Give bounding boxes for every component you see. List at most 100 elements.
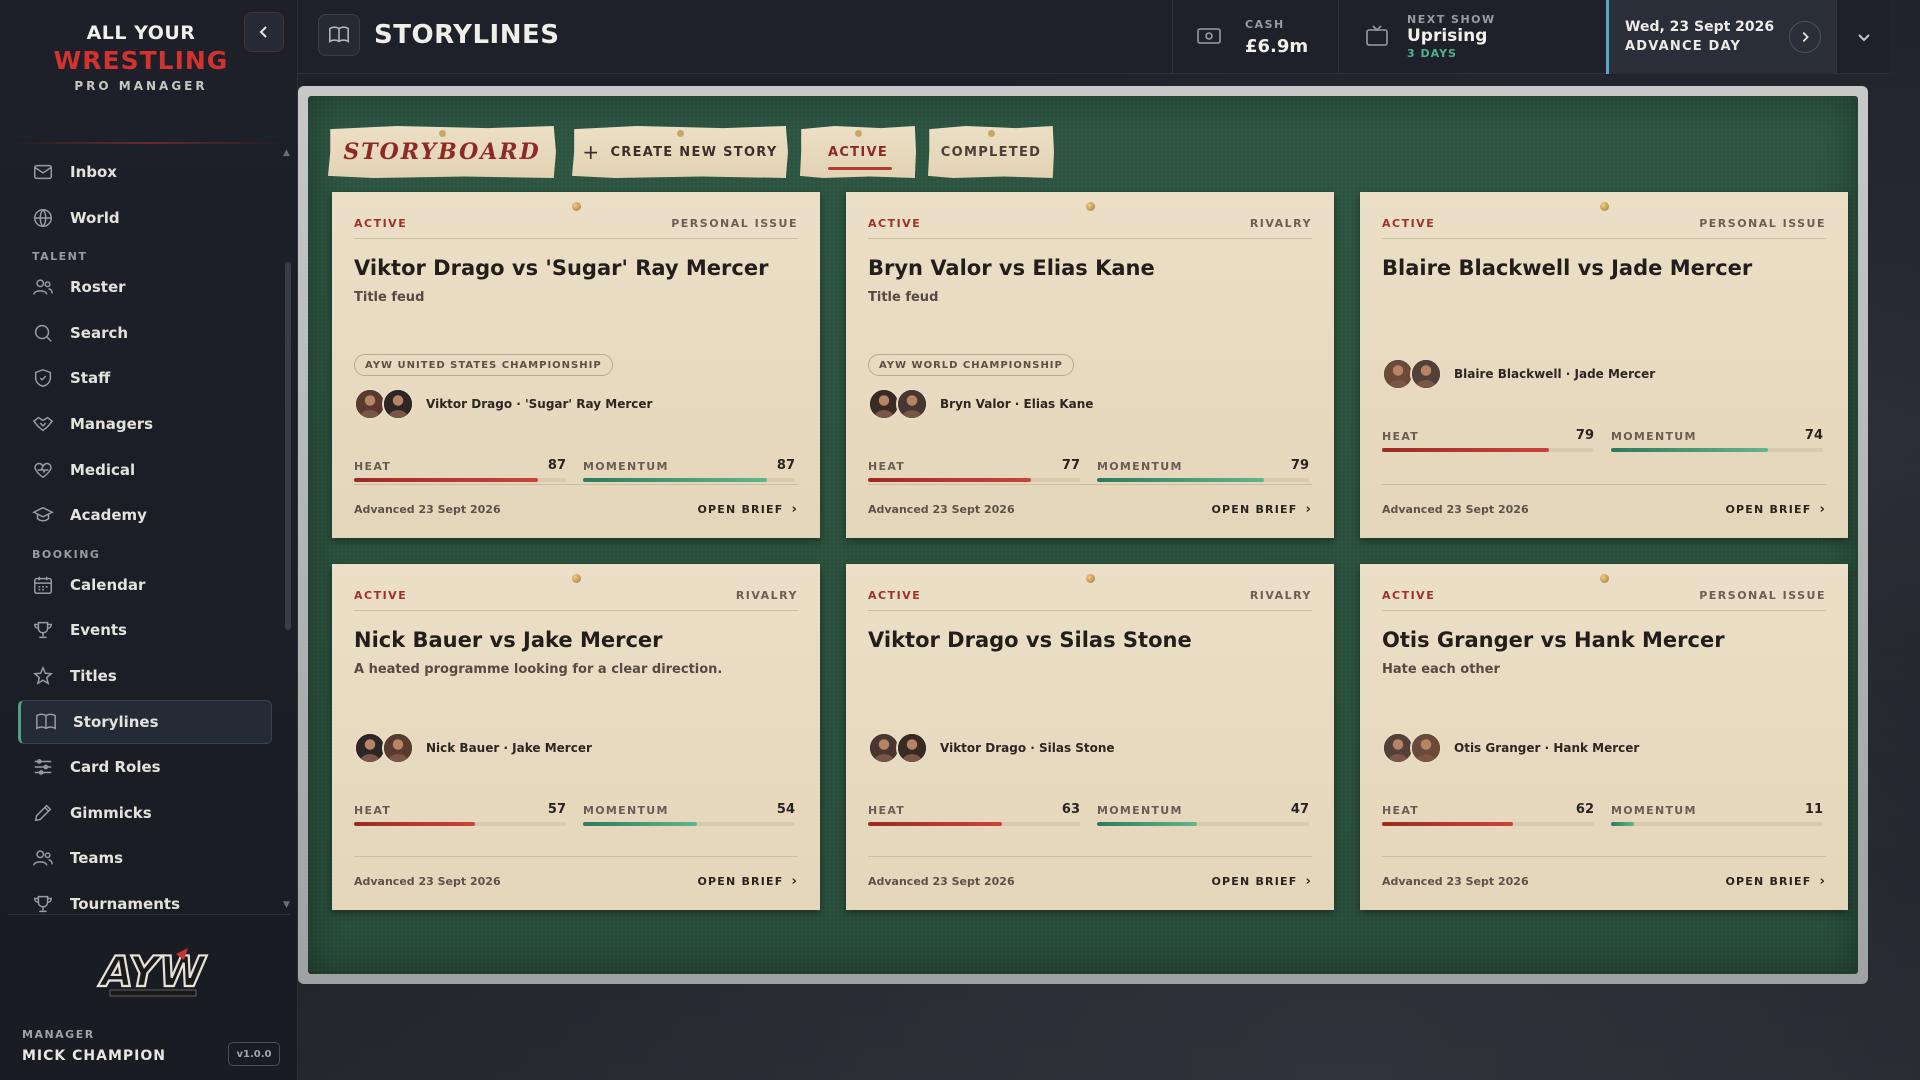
open-brief-button[interactable]: OPEN BRIEF › bbox=[697, 502, 798, 517]
tab-active[interactable]: ACTIVE bbox=[800, 126, 916, 178]
cash-panel: CASH £6.9m bbox=[1172, 0, 1338, 74]
sidebar-item-managers[interactable]: Managers bbox=[18, 402, 272, 446]
pin-icon bbox=[1600, 202, 1609, 211]
sidebar-item-label: Search bbox=[70, 323, 129, 342]
open-brief-label: OPEN BRIEF bbox=[697, 875, 784, 888]
page-title: STORYLINES bbox=[374, 20, 560, 50]
heat-meter: HEAT 62 bbox=[1382, 802, 1594, 826]
sidebar-item-storylines[interactable]: Storylines bbox=[18, 699, 272, 744]
manager-label: MANAGER bbox=[22, 1028, 95, 1041]
momentum-meter: MOMENTUM 74 bbox=[1611, 428, 1823, 452]
story-status: ACTIVE bbox=[868, 217, 922, 230]
trophy-icon bbox=[34, 895, 52, 912]
sidebar-item-label: Events bbox=[70, 621, 127, 640]
header-dropdown-button[interactable] bbox=[1836, 0, 1890, 74]
story-type: RIVALRY bbox=[735, 589, 798, 602]
advance-day-button[interactable] bbox=[1789, 21, 1821, 53]
open-brief-button[interactable]: OPEN BRIEF › bbox=[1211, 502, 1312, 517]
momentum-label: MOMENTUM bbox=[1097, 804, 1183, 817]
heat-meter: HEAT 87 bbox=[354, 458, 566, 482]
open-brief-button[interactable]: OPEN BRIEF › bbox=[1725, 874, 1826, 889]
open-brief-label: OPEN BRIEF bbox=[697, 503, 784, 516]
sidebar-item-roster[interactable]: Roster bbox=[18, 265, 272, 309]
sidebar-item-teams[interactable]: Teams bbox=[18, 836, 272, 880]
participants: Viktor Drago · 'Sugar' Ray Mercer bbox=[354, 388, 652, 420]
avatar bbox=[896, 388, 928, 420]
scroll-down-arrow-icon[interactable]: ▼ bbox=[283, 900, 290, 910]
storyline-card[interactable]: ACTIVE PERSONAL ISSUE Blaire Blackwell vs … bbox=[1360, 192, 1848, 538]
chevron-right-icon: › bbox=[1819, 502, 1826, 517]
story-type: PERSONAL ISSUE bbox=[1699, 589, 1826, 602]
advanced-date: Advanced 23 Sept 2026 bbox=[354, 875, 501, 888]
momentum-bar bbox=[1611, 448, 1823, 452]
sidebar-item-card-roles[interactable]: Card Roles bbox=[18, 745, 272, 789]
collapse-sidebar-button[interactable] bbox=[244, 12, 284, 52]
shield-icon bbox=[34, 369, 52, 388]
sidebar-item-academy[interactable]: Academy bbox=[18, 493, 272, 537]
storyline-card[interactable]: ACTIVE PERSONAL ISSUE Viktor Drago vs 'Sug… bbox=[332, 192, 820, 538]
momentum-meter: MOMENTUM 54 bbox=[583, 802, 795, 826]
advanced-date: Advanced 23 Sept 2026 bbox=[1382, 875, 1529, 888]
sidebar-item-label: World bbox=[70, 208, 120, 227]
create-new-story-button[interactable]: + CREATE NEW STORY bbox=[572, 126, 788, 178]
sidebar-item-events[interactable]: Events bbox=[18, 608, 272, 652]
open-brief-button[interactable]: OPEN BRIEF › bbox=[1211, 874, 1312, 889]
next-show-panel[interactable]: NEXT SHOW Uprising 3 DAYS bbox=[1338, 0, 1606, 74]
sidebar-item-world[interactable]: World bbox=[18, 196, 272, 240]
advance-day-panel[interactable]: Wed, 23 Sept 2026 ADVANCE DAY bbox=[1606, 0, 1836, 74]
heat-value: 63 bbox=[1061, 802, 1080, 817]
story-subtitle: Title feud bbox=[354, 290, 425, 305]
tab-storyboard[interactable]: STORYBOARD bbox=[328, 126, 556, 178]
pen-icon bbox=[34, 804, 52, 821]
storyline-card[interactable]: ACTIVE RIVALRY Bryn Valor vs Elias Kane Tit… bbox=[846, 192, 1334, 538]
pin-icon bbox=[572, 574, 581, 583]
sidebar-item-inbox[interactable]: Inbox bbox=[18, 150, 272, 194]
users-icon bbox=[33, 850, 53, 866]
scroll-up-arrow-icon[interactable]: ▲ bbox=[283, 148, 290, 158]
storyline-card[interactable]: ACTIVE PERSONAL ISSUE Otis Granger vs Hank… bbox=[1360, 564, 1848, 910]
current-date: Wed, 23 Sept 2026 bbox=[1625, 19, 1775, 35]
momentum-bar bbox=[1611, 822, 1823, 826]
heat-bar-fill bbox=[868, 822, 1002, 826]
sidebar-item-medical[interactable]: Medical bbox=[18, 448, 272, 492]
tv-icon bbox=[1366, 25, 1388, 46]
version-badge: v1.0.0 bbox=[228, 1042, 280, 1066]
participant-names: Otis Granger · Hank Mercer bbox=[1454, 741, 1640, 755]
participant-names: Nick Bauer · Jake Mercer bbox=[426, 741, 592, 755]
story-type: RIVALRY bbox=[1249, 589, 1312, 602]
heat-meter: HEAT 79 bbox=[1382, 428, 1594, 452]
sidebar-item-gimmicks[interactable]: Gimmicks bbox=[18, 791, 272, 835]
sidebar-item-label: Storylines bbox=[73, 712, 159, 731]
sidebar-item-label: Card Roles bbox=[70, 758, 161, 777]
momentum-value: 79 bbox=[1290, 458, 1309, 473]
story-status: ACTIVE bbox=[868, 589, 922, 602]
app-logo: ALL YOUR WRESTLING PRO MANAGER bbox=[0, 22, 282, 93]
momentum-bar bbox=[1097, 478, 1309, 482]
heat-bar-fill bbox=[868, 478, 1032, 482]
sidebar-item-titles[interactable]: Titles bbox=[18, 654, 272, 698]
sidebar-item-label: Tournaments bbox=[70, 894, 181, 913]
sidebar-item-calendar[interactable]: Calendar bbox=[18, 563, 272, 607]
open-brief-button[interactable]: OPEN BRIEF › bbox=[697, 874, 798, 889]
sidebar-nav: Inbox World TALENT Roster Search Staff Manager… bbox=[18, 150, 272, 928]
sidebar-item-staff[interactable]: Staff bbox=[18, 356, 272, 400]
participant-names: Blaire Blackwell · Jade Mercer bbox=[1454, 367, 1656, 381]
sidebar-item-tournaments[interactable]: Tournaments bbox=[18, 882, 272, 926]
storyline-card[interactable]: ACTIVE RIVALRY Viktor Drago vs Silas Stone… bbox=[846, 564, 1334, 910]
tab-completed[interactable]: COMPLETED bbox=[928, 126, 1054, 178]
storyboard: STORYBOARD + CREATE NEW STORY ACTIVE COM… bbox=[308, 96, 1858, 974]
ayw-logo: AYW bbox=[97, 946, 209, 997]
open-brief-button[interactable]: OPEN BRIEF › bbox=[1725, 502, 1826, 517]
sidebar-item-label: Teams bbox=[70, 849, 124, 868]
card-divider bbox=[354, 238, 798, 239]
sidebar-scrollbar[interactable] bbox=[285, 262, 291, 630]
pin-icon bbox=[439, 130, 446, 137]
storyline-card[interactable]: ACTIVE RIVALRY Nick Bauer vs Jake Mercer A … bbox=[332, 564, 820, 910]
heat-value: 77 bbox=[1061, 458, 1080, 473]
sidebar-item-search[interactable]: Search bbox=[18, 311, 272, 355]
pin-icon bbox=[1086, 574, 1095, 583]
heat-label: HEAT bbox=[1382, 430, 1420, 443]
open-brief-label: OPEN BRIEF bbox=[1725, 875, 1812, 888]
sliders-icon bbox=[34, 759, 52, 776]
pin-icon bbox=[572, 202, 581, 211]
